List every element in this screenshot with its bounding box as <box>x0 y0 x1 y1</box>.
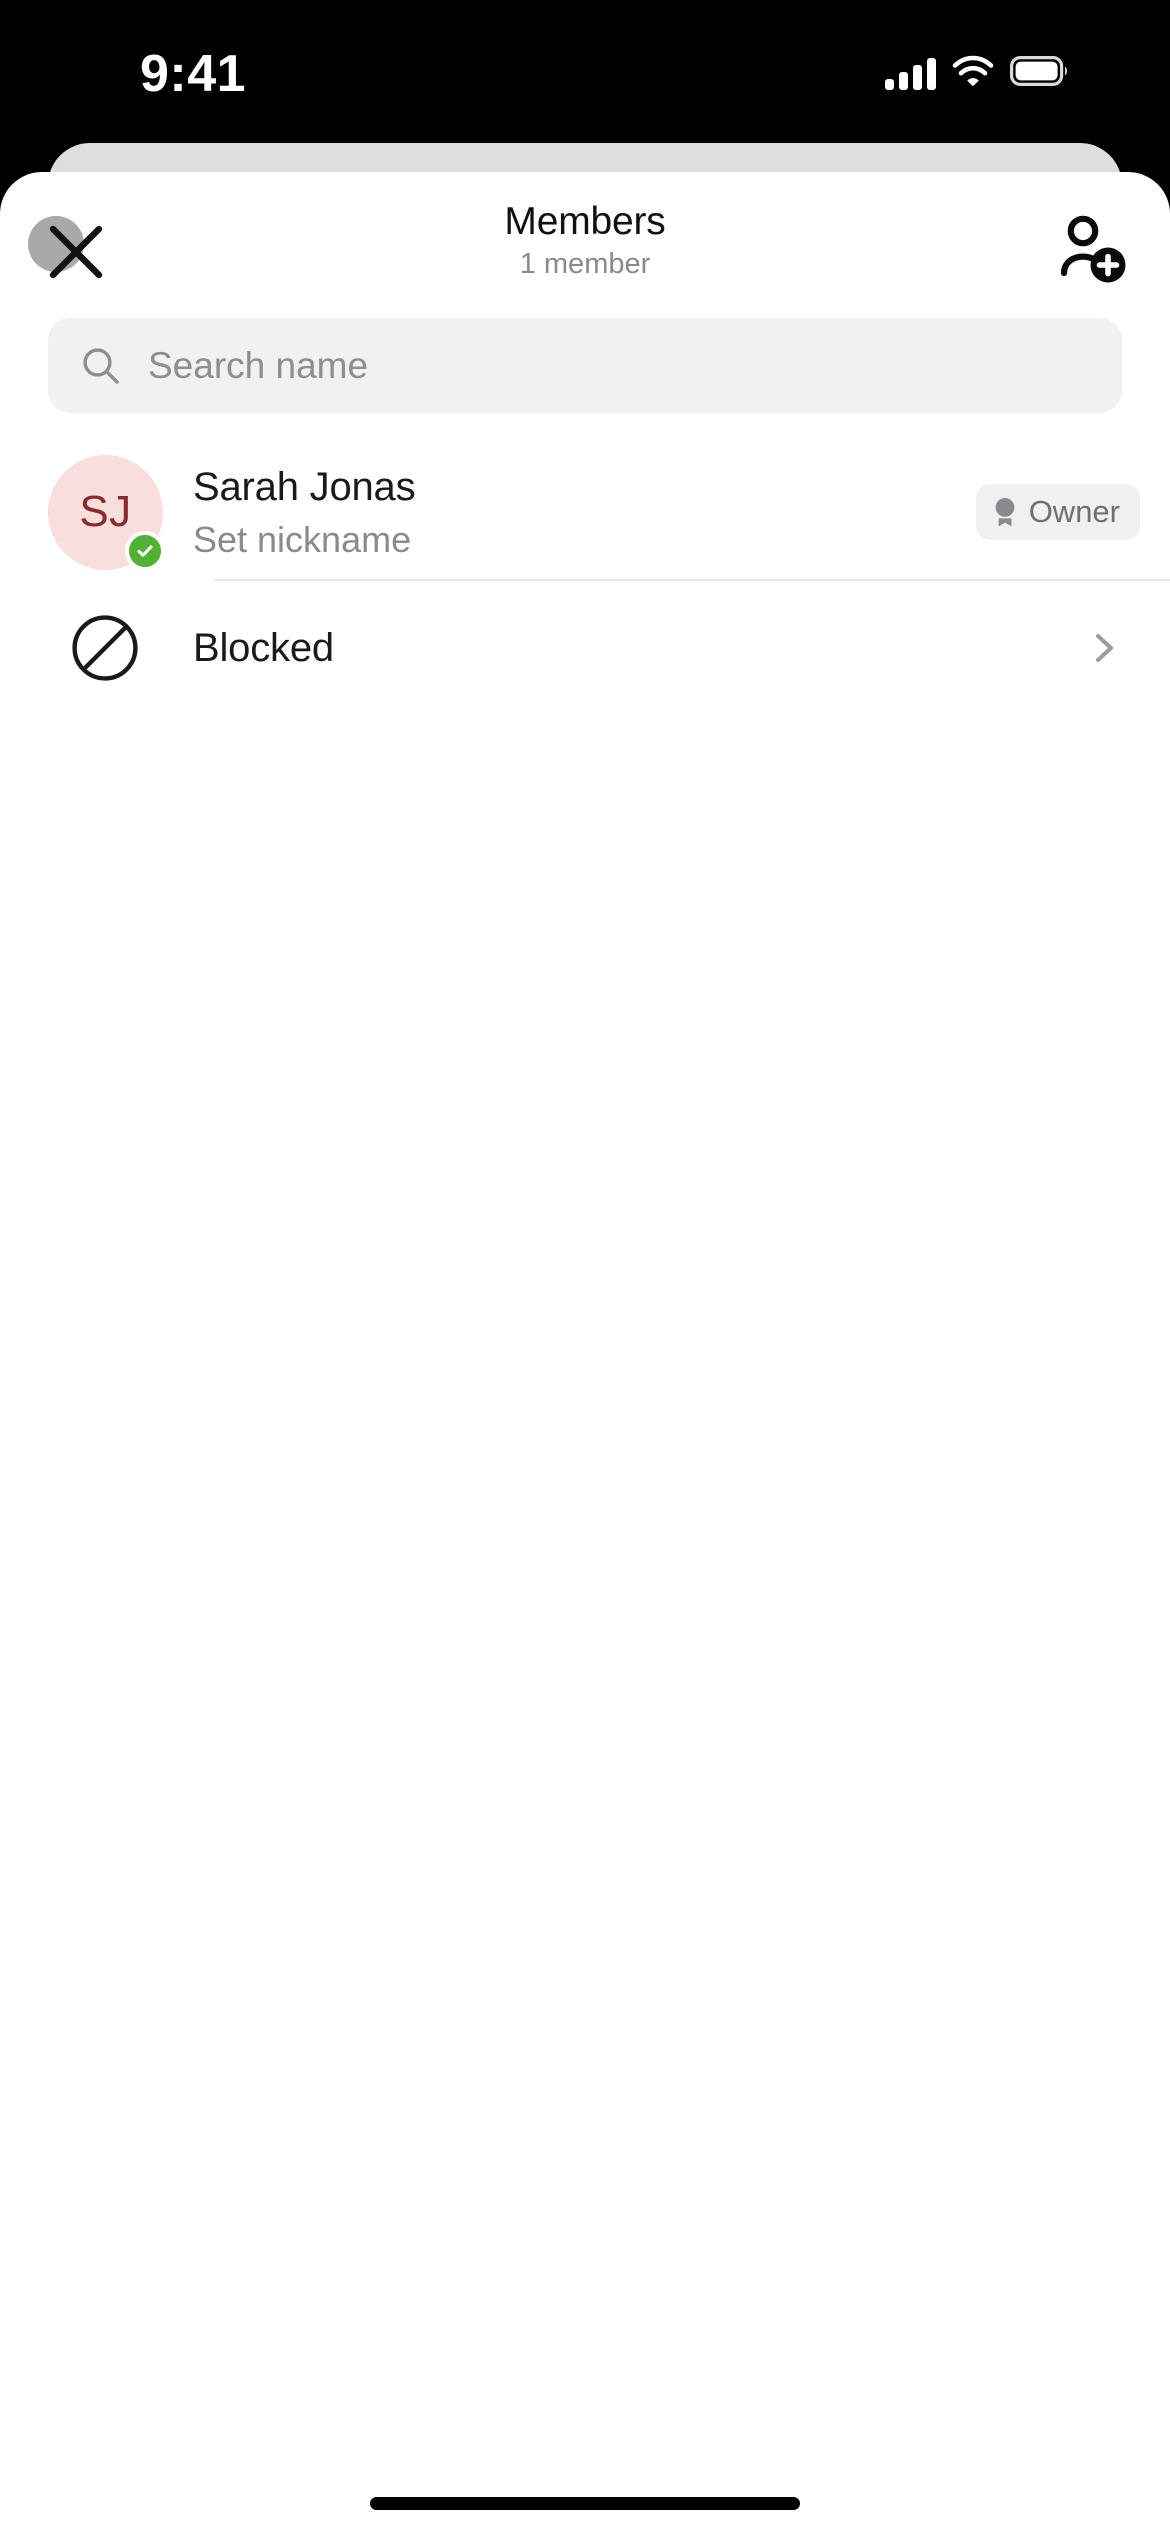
set-nickname-link[interactable]: Set nickname <box>193 518 976 561</box>
member-list: SJ Sarah Jonas Set nickname Owner Blocke… <box>0 445 1170 715</box>
search-icon <box>83 347 119 384</box>
page-title: Members <box>504 200 666 243</box>
search-bar[interactable] <box>48 318 1122 413</box>
search-section <box>0 308 1170 413</box>
chevron-right-icon[interactable] <box>1086 630 1122 666</box>
member-text-block: Sarah Jonas Set nickname <box>193 463 976 561</box>
search-input[interactable] <box>148 318 1122 413</box>
member-count-subtitle: 1 member <box>519 247 651 280</box>
add-member-button[interactable] <box>1052 212 1130 290</box>
home-indicator-bar <box>370 2497 800 2510</box>
status-bar-time: 9:41 <box>140 45 247 103</box>
person-add-icon <box>1060 215 1126 283</box>
battery-full-icon <box>1010 56 1070 91</box>
status-badge-label: Owner <box>1028 494 1120 529</box>
prohibited-circle-icon <box>72 615 138 681</box>
status-bar: 9:41 <box>0 0 1170 143</box>
member-name: Sarah Jonas <box>193 464 416 509</box>
blocked-row[interactable]: Blocked <box>0 581 1170 715</box>
status-bar-indicators <box>885 55 1070 92</box>
blocked-icon-wrap <box>48 613 163 683</box>
avatar: SJ <box>48 454 165 571</box>
phone-screen: 9:41 Members 1 member Search name SJ Sar… <box>0 0 1170 2532</box>
member-row[interactable]: SJ Sarah Jonas Set nickname Owner <box>0 445 1170 579</box>
status-badge: Owner <box>975 484 1140 540</box>
close-x-icon <box>49 225 103 279</box>
close-button[interactable] <box>28 214 103 288</box>
avatar-initials: SJ <box>79 487 132 536</box>
header-title-block: Members 1 member <box>0 200 1170 281</box>
award-badge-icon <box>995 498 1015 527</box>
sheet-header: Members 1 member <box>0 172 1170 308</box>
wifi-icon <box>952 55 994 92</box>
members-sheet: Members 1 member Search name SJ Sarah Jo… <box>0 172 1170 2532</box>
check-badge-icon <box>125 530 165 571</box>
cellular-signal-icon <box>885 57 936 90</box>
blocked-label: Blocked <box>193 625 334 670</box>
